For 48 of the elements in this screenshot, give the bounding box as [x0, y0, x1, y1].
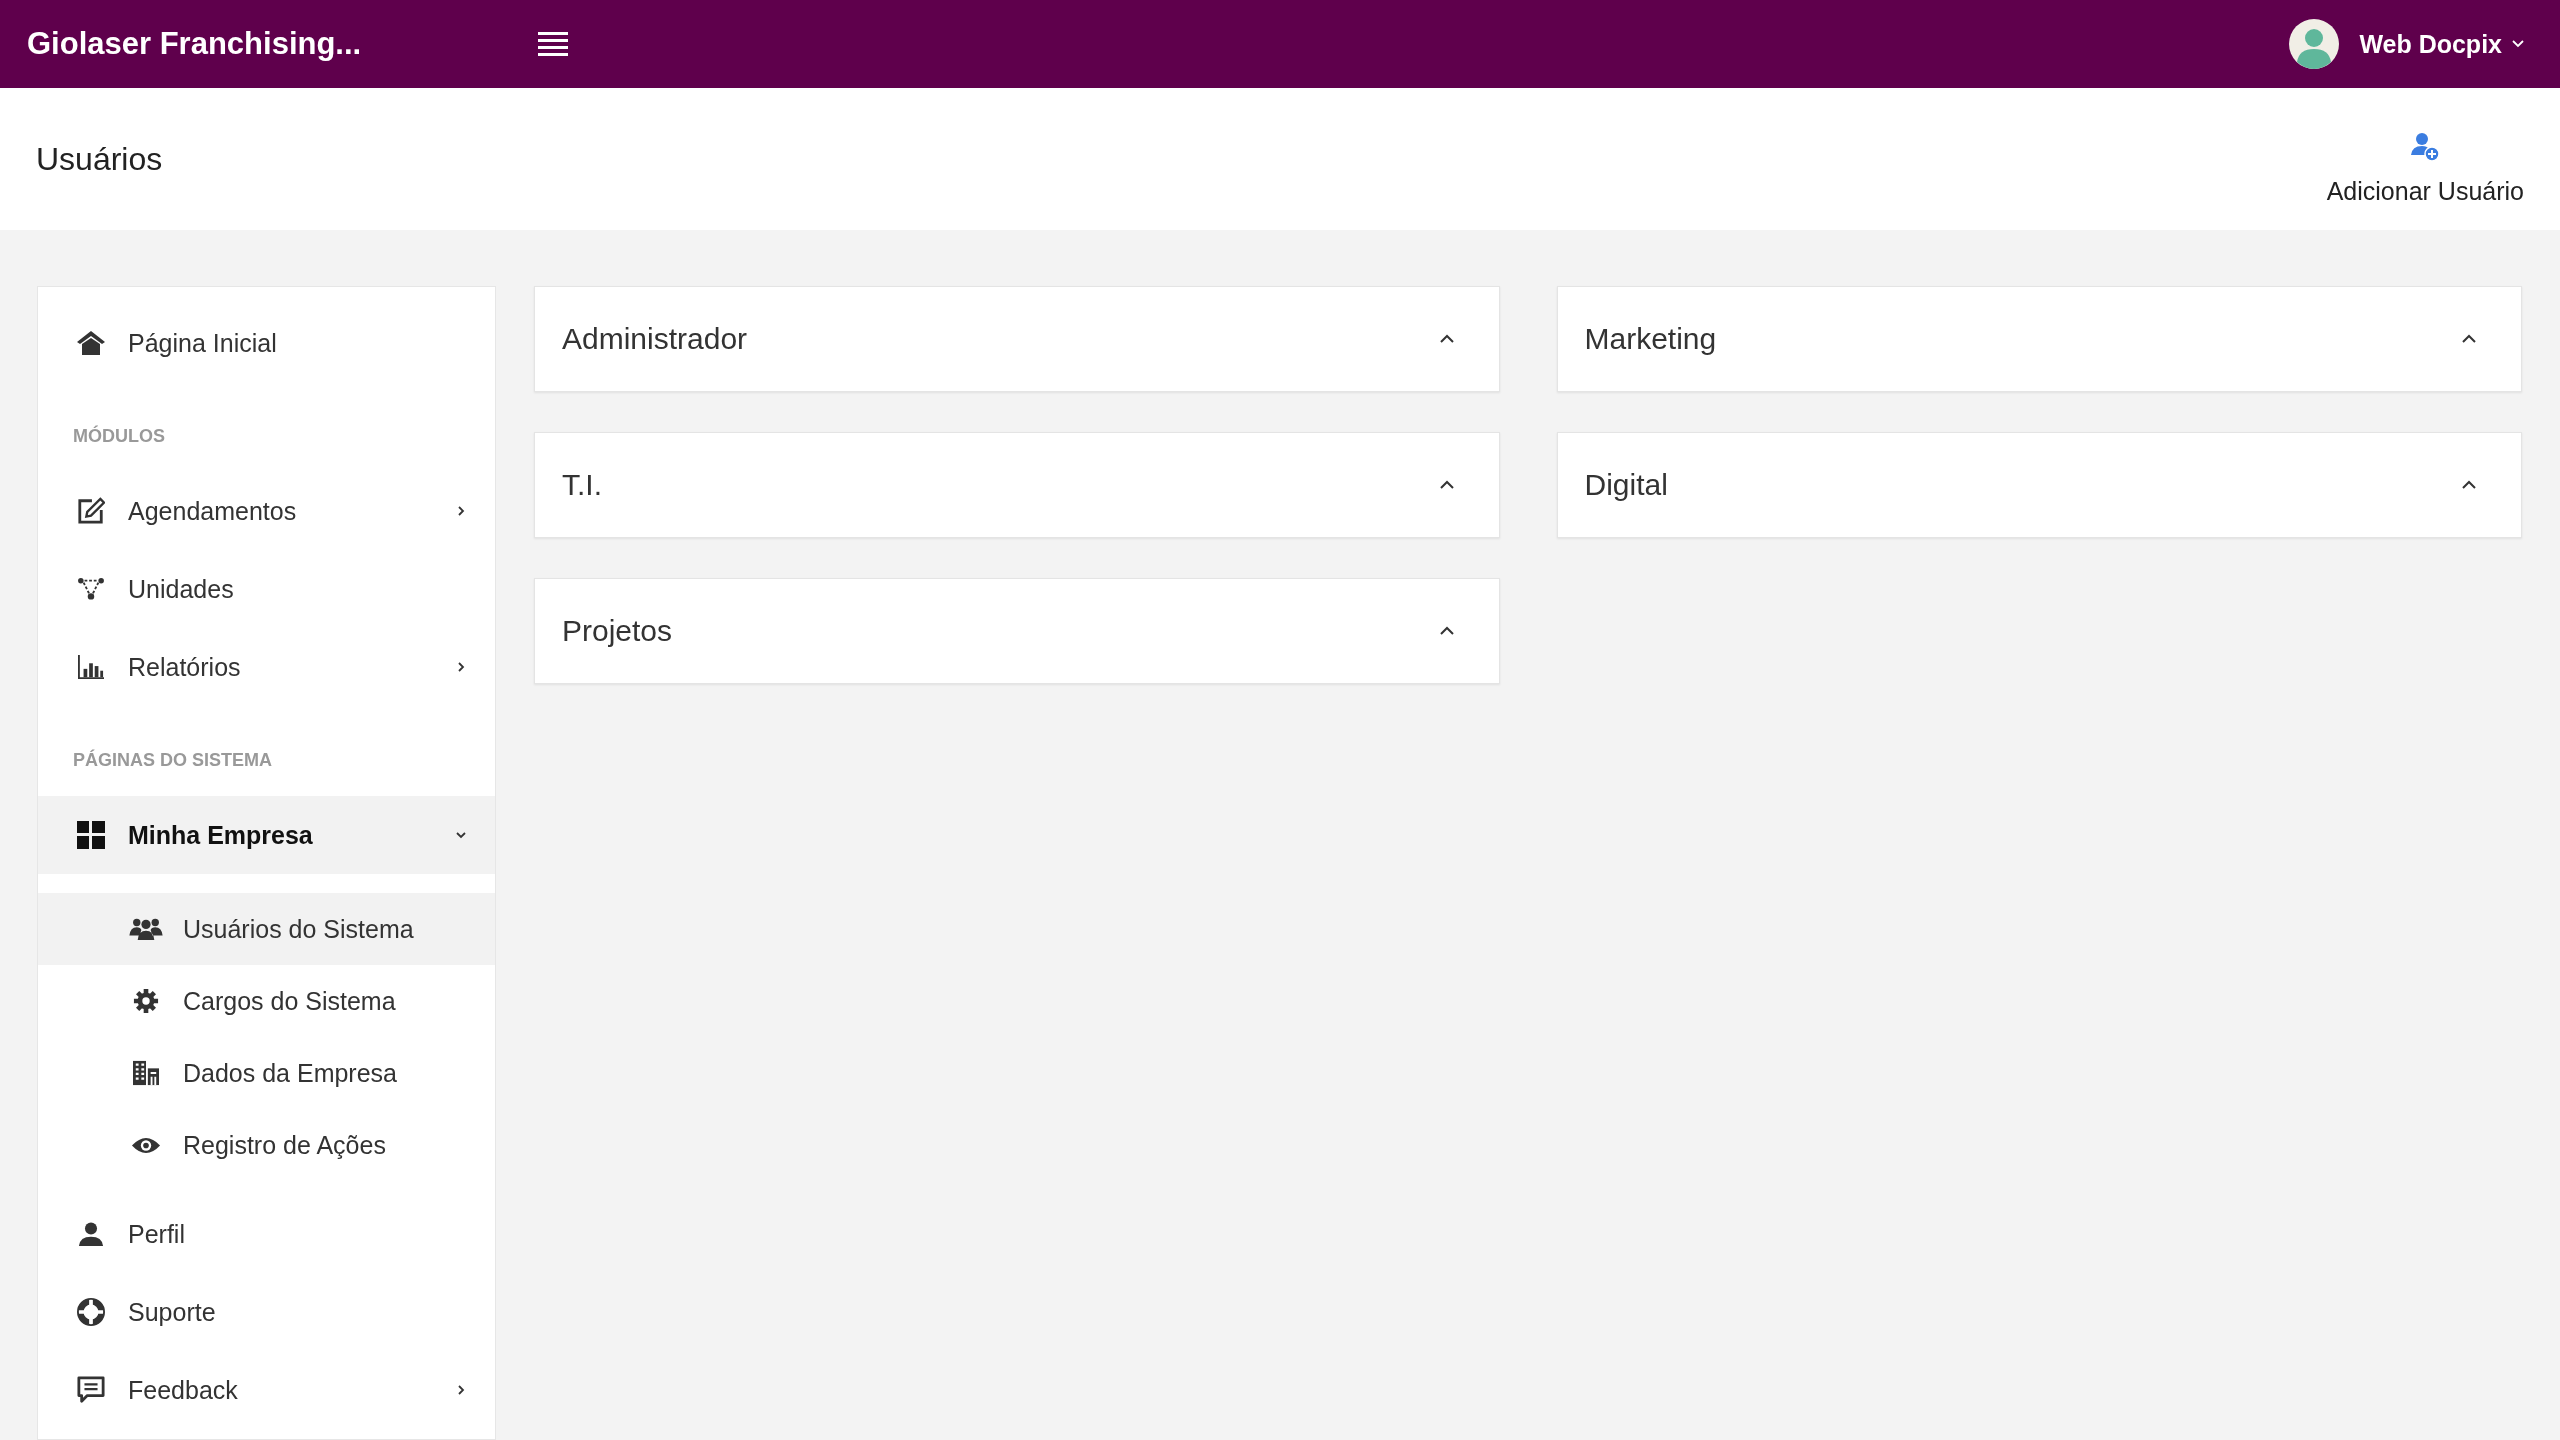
section-label: PÁGINAS DO SISTEMA — [72, 748, 274, 772]
group-panel[interactable]: Projetos — [534, 578, 1500, 684]
sidebar-item[interactable]: Suporte — [38, 1273, 495, 1351]
submenu-item[interactable]: Usuários do Sistema — [38, 893, 495, 965]
chevron-right-icon — [455, 1384, 467, 1396]
chevron-down-icon — [455, 829, 467, 841]
chevron-up-icon — [1439, 480, 1454, 490]
avatar-icon[interactable] — [2289, 19, 2340, 69]
user-menu-button[interactable]: Web Docpix — [2359, 29, 2524, 59]
sidebar-item[interactable]: Unidades — [38, 550, 495, 628]
chevron-up-icon — [1439, 626, 1454, 636]
grid-icon — [77, 821, 105, 849]
sidebar-item[interactable]: Agendamentos — [38, 472, 495, 550]
brand-title[interactable]: Giolaser Franchising... — [27, 26, 521, 62]
page-title: Usuários — [36, 140, 163, 178]
network-icon — [77, 577, 105, 601]
section-label: MÓDULOS — [72, 424, 166, 448]
group-panel[interactable]: Marketing — [1556, 286, 2522, 392]
message-icon — [77, 1376, 105, 1404]
group-panel[interactable]: T.I. — [534, 432, 1500, 538]
chevron-up-icon — [2462, 334, 2476, 344]
eye-icon — [131, 1135, 161, 1155]
sidebar-item[interactable]: Feedback — [38, 1351, 495, 1429]
sidebar-item[interactable]: Relatórios — [38, 628, 495, 706]
add-user-button[interactable]: Adicionar Usuário — [2326, 112, 2524, 206]
sidebar-item[interactable]: Página Inicial — [38, 304, 495, 382]
add-user-icon — [2409, 130, 2442, 163]
chevron-down-icon — [2512, 40, 2524, 48]
submenu-item[interactable]: Registro de Ações — [38, 1109, 495, 1181]
chevron-right-icon — [455, 661, 467, 673]
submenu-item[interactable]: Cargos do Sistema — [38, 965, 495, 1037]
lifebuoy-icon — [77, 1298, 105, 1326]
bar-chart-icon — [77, 654, 105, 680]
person-icon — [78, 1221, 104, 1247]
users-icon — [128, 917, 164, 941]
sidebar-item[interactable]: Perfil — [38, 1195, 495, 1273]
building-icon — [132, 1060, 160, 1086]
chevron-right-icon — [455, 505, 467, 517]
submenu-item[interactable]: Dados da Empresa — [38, 1037, 495, 1109]
chevron-up-icon — [2462, 480, 2476, 490]
edit-icon — [77, 497, 105, 525]
menu-icon[interactable] — [538, 31, 568, 57]
settings-icon — [133, 988, 159, 1014]
chevron-up-icon — [1439, 334, 1454, 344]
sidebar-item[interactable]: Minha Empresa — [38, 796, 495, 874]
group-panel[interactable]: Administrador — [534, 286, 1500, 392]
group-panel[interactable]: Digital — [1556, 432, 2522, 538]
home-icon — [76, 330, 106, 356]
